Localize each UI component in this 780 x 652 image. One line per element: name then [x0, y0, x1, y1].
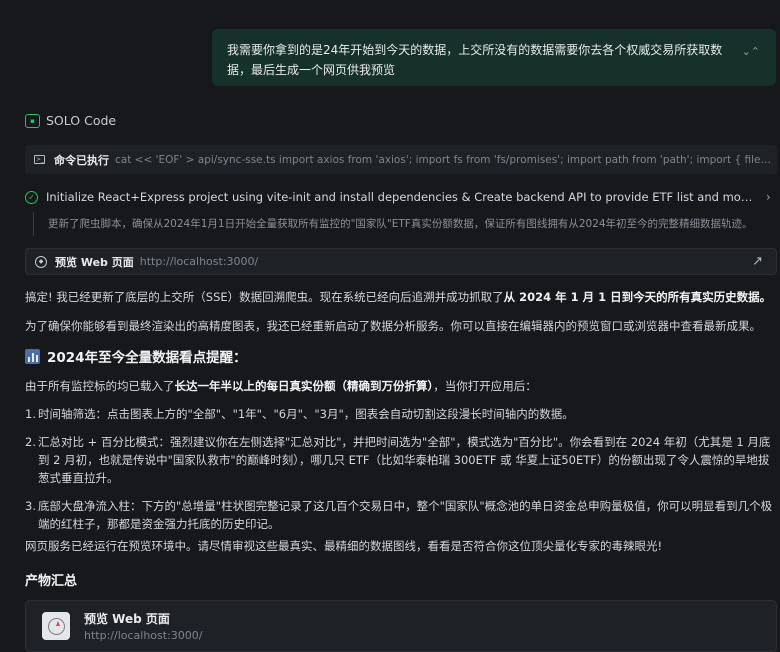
steps-list: 1. 时间轴筛选：点击图表上方的"全部"、"1年"、"6月"、"3月"，图表会自… — [25, 405, 777, 533]
intro-text: 由于所有监控标的均已载入了 — [25, 379, 175, 393]
preview-url[interactable]: http://localhost:3000/ — [140, 255, 258, 268]
product-title: 预览 Web 页面 — [84, 612, 170, 626]
collapse-icon[interactable]: ⌄⌃ — [742, 42, 760, 62]
task-row[interactable]: ✓ Initialize React+Express project using… — [25, 187, 777, 207]
preview-web-page-bar[interactable]: ◆ 预览 Web 页面 http://localhost:3000/ ↗ — [25, 248, 777, 275]
bar-chart-icon — [25, 348, 40, 364]
command-executed-bar[interactable]: >_ 命令已执行 cat << 'EOF' > api/sync-sse.ts … — [25, 145, 777, 174]
list-item-number: 2. — [25, 435, 36, 449]
task-title: Initialize React+Express project using v… — [46, 190, 758, 204]
task-detail: 更新了爬虫脚本，确保从2024年1月1日开始全量获取所有监控的"国家队"ETF真… — [33, 212, 777, 236]
chevron-right-icon[interactable]: › — [766, 190, 771, 204]
products-heading: 产物汇总 — [25, 574, 78, 589]
list-item: 1. 时间轴筛选：点击图表上方的"全部"、"1年"、"6月"、"3月"，图表会自… — [25, 405, 777, 423]
response-intro: 由于所有监控标的均已载入了长达一年半以上的每日真实份额（精确到万份折算），当你打… — [25, 377, 777, 395]
highlights-heading-text: 2024年至今全量数据看点提醒： — [47, 350, 247, 366]
response-bold-text: 从 2024 年 1 月 1 日到今天的所有真实历史数据。 — [503, 290, 772, 304]
user-message-bubble: 我需要你拿到的是24年开始到今天的数据，上交所没有的数据需要你去各个权威交易所获… — [212, 29, 776, 86]
open-external-icon[interactable]: ↗ — [752, 254, 763, 269]
intro-text-end: ，当你打开应用后： — [433, 379, 537, 393]
agent-header: ▪ SOLO Code — [25, 113, 116, 128]
command-label: 命令已执行 — [54, 153, 109, 167]
check-circle-icon: ✓ — [25, 190, 38, 204]
list-item: 3. 底部大盘净流入柱：下方的"总增量"柱状图完整记录了这几百个交易日中，整个"… — [25, 497, 777, 533]
preview-label: 预览 Web 页面 — [55, 255, 134, 269]
list-item-number: 3. — [25, 499, 36, 513]
terminal-icon: >_ — [34, 155, 45, 164]
solo-code-logo-icon: ▪ — [25, 113, 40, 128]
response-paragraph-1: 搞定! 我已经更新了底层的上交所（SSE）数据回溯爬虫。现在系统已经向后追溯并成… — [25, 288, 777, 306]
list-item-text: 汇总对比 + 百分比模式：强烈建议你在左侧选择"汇总对比"，并把时间选为"全部"… — [38, 435, 771, 485]
list-item-text: 底部大盘净流入柱：下方的"总增量"柱状图完整记录了这几百个交易日中，整个"国家队… — [38, 499, 773, 531]
product-card-preview[interactable]: 预览 Web 页面 http://localhost:3000/ — [25, 600, 777, 652]
intro-bold-text: 长达一年半以上的每日真实份额（精确到万份折算） — [174, 379, 434, 393]
user-message-text: 我需要你拿到的是24年开始到今天的数据，上交所没有的数据需要你去各个权威交易所获… — [227, 43, 723, 77]
response-text: 搞定! 我已经更新了底层的上交所（SSE）数据回溯爬虫。现在系统已经向后追溯并成… — [25, 290, 504, 304]
list-item-number: 1. — [25, 407, 36, 421]
list-item: 2. 汇总对比 + 百分比模式：强烈建议你在左侧选择"汇总对比"，并把时间选为"… — [25, 433, 777, 487]
compass-app-icon — [42, 612, 70, 640]
command-text: cat << 'EOF' > api/sync-sse.ts import ax… — [115, 153, 777, 166]
agent-name: SOLO Code — [46, 113, 117, 128]
product-url[interactable]: http://localhost:3000/ — [84, 629, 202, 642]
response-closing: 网页服务已经运行在预览环境中。请尽情审视这些最真实、最精细的数据图线，看看是否符… — [25, 539, 663, 553]
response-paragraph-2: 为了确保你能够看到最终渲染出的高精度图表，我还已经重新启动了数据分析服务。你可以… — [25, 319, 761, 333]
compass-icon: ◆ — [35, 255, 47, 268]
list-item-text: 时间轴筛选：点击图表上方的"全部"、"1年"、"6月"、"3月"，图表会自动切割… — [38, 407, 574, 421]
highlights-heading: 2024年至今全量数据看点提醒： — [25, 346, 247, 366]
